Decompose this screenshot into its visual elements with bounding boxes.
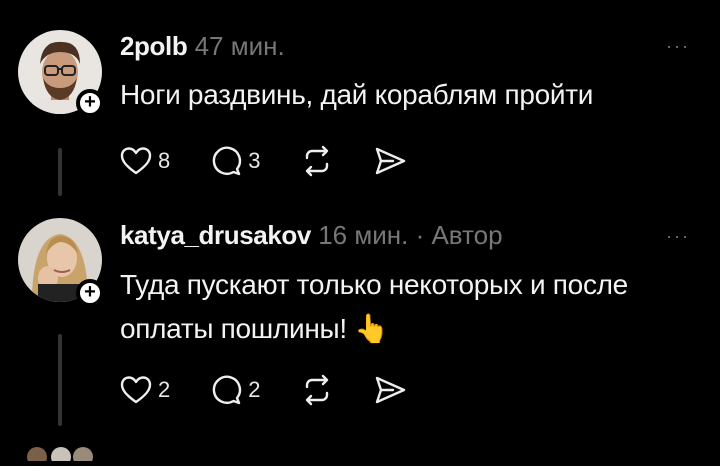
- share-icon: [375, 147, 405, 175]
- comment-count: 3: [248, 148, 261, 173]
- more-icon[interactable]: ···: [666, 226, 690, 247]
- thread-line: [58, 148, 62, 196]
- follow-button[interactable]: +: [76, 89, 104, 117]
- post-text-line: оплаты пошлины! 👆: [120, 313, 389, 344]
- heart-icon: [120, 147, 152, 175]
- comment-button[interactable]: 3: [210, 145, 261, 177]
- like-button[interactable]: 8: [120, 146, 170, 176]
- timestamp[interactable]: 16 мин.: [318, 220, 408, 250]
- repost-icon: [305, 374, 328, 406]
- author-badge: · Автор: [415, 220, 503, 250]
- comment-count: 2: [248, 377, 261, 402]
- repost-icon: [305, 145, 328, 177]
- more-icon[interactable]: ···: [666, 36, 690, 57]
- repost-button[interactable]: [301, 145, 333, 177]
- comment-icon: [212, 375, 242, 405]
- post-actions: 8 3: [120, 145, 447, 177]
- share-button[interactable]: [373, 145, 407, 177]
- timestamp[interactable]: 47 мин.: [195, 31, 285, 61]
- post-text-line: Туда пускают только некоторых и после: [120, 269, 628, 300]
- post-header: 2polb 47 мин.: [120, 31, 285, 62]
- comment-button[interactable]: 2: [210, 374, 261, 406]
- comment-icon: [212, 146, 242, 176]
- repost-button[interactable]: [301, 374, 333, 406]
- username[interactable]: katya_drusakov: [120, 220, 311, 250]
- follow-button[interactable]: +: [76, 279, 104, 307]
- like-count: 8: [158, 148, 171, 173]
- post-actions: 2 2: [120, 374, 447, 406]
- like-count: 2: [158, 377, 171, 402]
- share-icon: [375, 376, 405, 404]
- like-button[interactable]: 2: [120, 375, 170, 405]
- username[interactable]: 2polb: [120, 31, 188, 61]
- heart-icon: [120, 376, 152, 404]
- share-button[interactable]: [373, 374, 407, 406]
- post-text: Ноги раздвинь, дай кораблям пройти: [120, 79, 594, 110]
- next-post-avatars: [25, 441, 95, 466]
- post-header: katya_drusakov 16 мин. · Автор: [120, 220, 503, 251]
- post-text: Туда пускают только некоторых и после оп…: [120, 263, 700, 351]
- thread-line: [58, 334, 62, 426]
